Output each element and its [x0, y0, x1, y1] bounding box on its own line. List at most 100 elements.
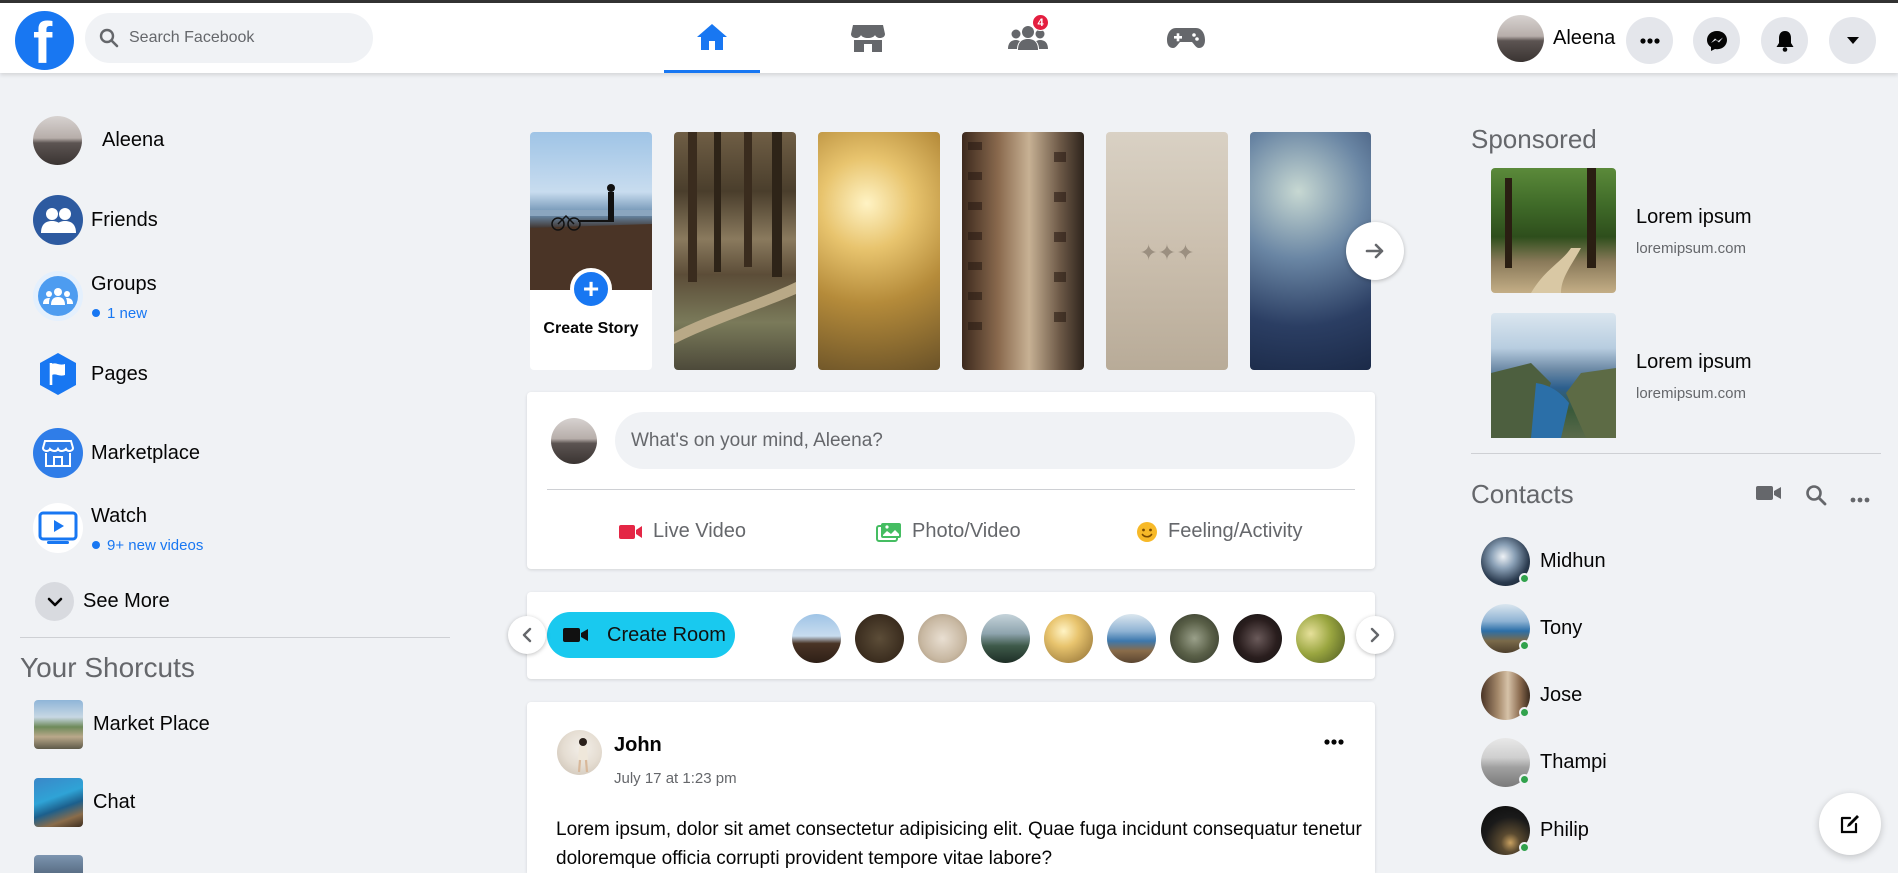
- ad-title[interactable]: Lorem ipsum: [1636, 351, 1752, 374]
- contact-item[interactable]: Midhun: [1481, 537, 1606, 586]
- plus-icon[interactable]: +: [570, 268, 612, 310]
- search-bar[interactable]: [85, 13, 373, 63]
- watch-new-videos[interactable]: 9+ new videos: [92, 537, 203, 554]
- live-video-button[interactable]: Live Video: [619, 520, 746, 543]
- online-indicator: [1519, 842, 1530, 853]
- contact-item[interactable]: Thampi: [1481, 738, 1607, 787]
- contact-item[interactable]: Philip: [1481, 806, 1589, 855]
- tab-groups[interactable]: 4: [980, 3, 1076, 73]
- sidebar-item-label: Friends: [91, 208, 158, 231]
- menu-button[interactable]: [1626, 17, 1673, 64]
- search-input[interactable]: [129, 29, 349, 47]
- contacts-search-button[interactable]: [1805, 484, 1827, 506]
- groups-new-count[interactable]: 1 new: [92, 305, 147, 322]
- online-indicator: [1519, 774, 1530, 785]
- room-avatar[interactable]: [1296, 614, 1345, 663]
- see-more-button[interactable]: See More: [35, 582, 170, 621]
- ad-url[interactable]: loremipsum.com: [1636, 385, 1746, 402]
- sidebar-item-profile[interactable]: Aleena: [33, 116, 164, 165]
- room-avatar[interactable]: [1044, 614, 1093, 663]
- shortcut-label: Market Place: [93, 713, 210, 735]
- room-avatar[interactable]: [918, 614, 967, 663]
- shortcut-chat[interactable]: Chat: [34, 778, 135, 827]
- see-more-label: See More: [83, 590, 170, 612]
- rooms-prev-button[interactable]: [508, 616, 546, 654]
- story-card[interactable]: [818, 132, 940, 370]
- video-camera-icon: [563, 628, 588, 642]
- new-message-button[interactable]: [1819, 793, 1881, 855]
- create-story-card[interactable]: + Create Story: [530, 132, 652, 370]
- sidebar-item-pages[interactable]: Pages: [33, 349, 148, 399]
- room-avatar[interactable]: [792, 614, 841, 663]
- tab-marketplace[interactable]: [820, 3, 916, 73]
- contact-item[interactable]: Tony: [1481, 604, 1582, 653]
- tab-home[interactable]: [664, 3, 760, 73]
- post-body: Lorem ipsum, dolor sit amet consectetur …: [556, 819, 1362, 869]
- room-avatar[interactable]: [981, 614, 1030, 663]
- room-avatar[interactable]: [1107, 614, 1156, 663]
- ad-image[interactable]: [1491, 168, 1616, 293]
- notifications-button[interactable]: [1761, 17, 1808, 64]
- arrow-right-icon: [1365, 243, 1384, 259]
- post-timestamp[interactable]: July 17 at 1:23 pm: [614, 770, 737, 787]
- room-avatar[interactable]: [855, 614, 904, 663]
- author-avatar[interactable]: [557, 730, 602, 775]
- ad-image[interactable]: [1491, 313, 1616, 438]
- shortcut-label: Chat: [93, 791, 136, 813]
- avatar: [1481, 738, 1530, 787]
- account-button[interactable]: [1829, 17, 1876, 64]
- chevron-right-icon: [1370, 627, 1380, 643]
- compose-icon: [1840, 815, 1859, 834]
- online-indicator: [1519, 707, 1530, 718]
- watch-icon: [33, 503, 83, 553]
- sidebar-item-label: Pages: [91, 362, 148, 385]
- status-input[interactable]: [615, 412, 1355, 469]
- online-indicator: [1519, 573, 1530, 584]
- ad-url[interactable]: loremipsum.com: [1636, 240, 1746, 257]
- avatar: [1481, 604, 1530, 653]
- sidebar-item-friends[interactable]: Friends: [33, 195, 158, 245]
- online-indicator: [1519, 640, 1530, 651]
- more-icon: [1850, 497, 1870, 503]
- video-call-button[interactable]: [1756, 484, 1782, 504]
- post-composer: Live Video Photo/Video Feeling/Activity: [527, 392, 1375, 569]
- gamepad-icon: [1167, 28, 1205, 48]
- live-video-label: Live Video: [653, 520, 747, 542]
- live-video-icon: [619, 524, 643, 540]
- stories-next-button[interactable]: [1346, 222, 1404, 280]
- shortcut-market-place[interactable]: Market Place: [34, 700, 210, 749]
- ad-title[interactable]: Lorem ipsum: [1636, 206, 1752, 229]
- room-avatar[interactable]: [1233, 614, 1282, 663]
- contacts-options-button[interactable]: [1850, 490, 1872, 503]
- post-options-button[interactable]: [1319, 732, 1349, 752]
- groups-icon: [33, 271, 83, 321]
- feeling-activity-button[interactable]: Feeling/Activity: [1136, 520, 1303, 543]
- sidebar-divider: [20, 637, 450, 638]
- messenger-button[interactable]: [1693, 17, 1740, 64]
- flag-icon: [33, 349, 83, 399]
- post-author[interactable]: John: [614, 734, 662, 757]
- contact-name: Tony: [1540, 617, 1583, 639]
- chevron-down-icon: [35, 582, 74, 621]
- story-card[interactable]: [962, 132, 1084, 370]
- profile-chip[interactable]: Aleena: [1497, 13, 1615, 63]
- shortcut-thumbnail: [34, 778, 83, 827]
- room-avatar[interactable]: [1170, 614, 1219, 663]
- tab-gaming[interactable]: [1138, 3, 1234, 73]
- more-icon: [1639, 37, 1660, 44]
- profile-name: Aleena: [1553, 26, 1616, 49]
- rooms-next-button[interactable]: [1356, 616, 1394, 654]
- story-card[interactable]: ✦✦✦: [1106, 132, 1228, 370]
- sidebar-item-marketplace[interactable]: Marketplace: [33, 428, 200, 478]
- store-icon: [851, 25, 885, 52]
- story-card[interactable]: [674, 132, 796, 370]
- bell-icon: [1776, 30, 1793, 52]
- photo-video-button[interactable]: Photo/Video: [876, 520, 1021, 543]
- shortcut-thumbnail[interactable]: [34, 855, 83, 873]
- facebook-logo[interactable]: f: [15, 11, 74, 70]
- sidebar-item-label: Watch: [91, 504, 147, 527]
- create-room-label: Create Room: [607, 623, 726, 646]
- create-room-button[interactable]: Create Room: [547, 612, 735, 658]
- contact-name: Midhun: [1540, 550, 1606, 572]
- contact-item[interactable]: Jose: [1481, 671, 1582, 720]
